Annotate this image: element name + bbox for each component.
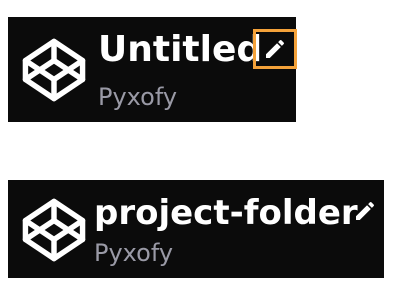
edit-title-button[interactable] (348, 194, 382, 228)
pencil-icon (353, 199, 377, 223)
project-header-folder: project-folder Pyxofy (8, 180, 384, 278)
project-owner[interactable]: Pyxofy (94, 239, 173, 267)
codepen-logo-icon[interactable] (20, 36, 88, 104)
project-title[interactable]: project-folder (94, 193, 358, 233)
project-title[interactable]: Untitled (98, 30, 262, 70)
project-owner[interactable]: Pyxofy (98, 83, 177, 111)
project-header-untitled: Untitled Pyxofy (8, 17, 297, 122)
edit-title-button[interactable] (253, 29, 297, 69)
pencil-icon (263, 37, 287, 61)
codepen-logo-icon[interactable] (20, 196, 88, 264)
